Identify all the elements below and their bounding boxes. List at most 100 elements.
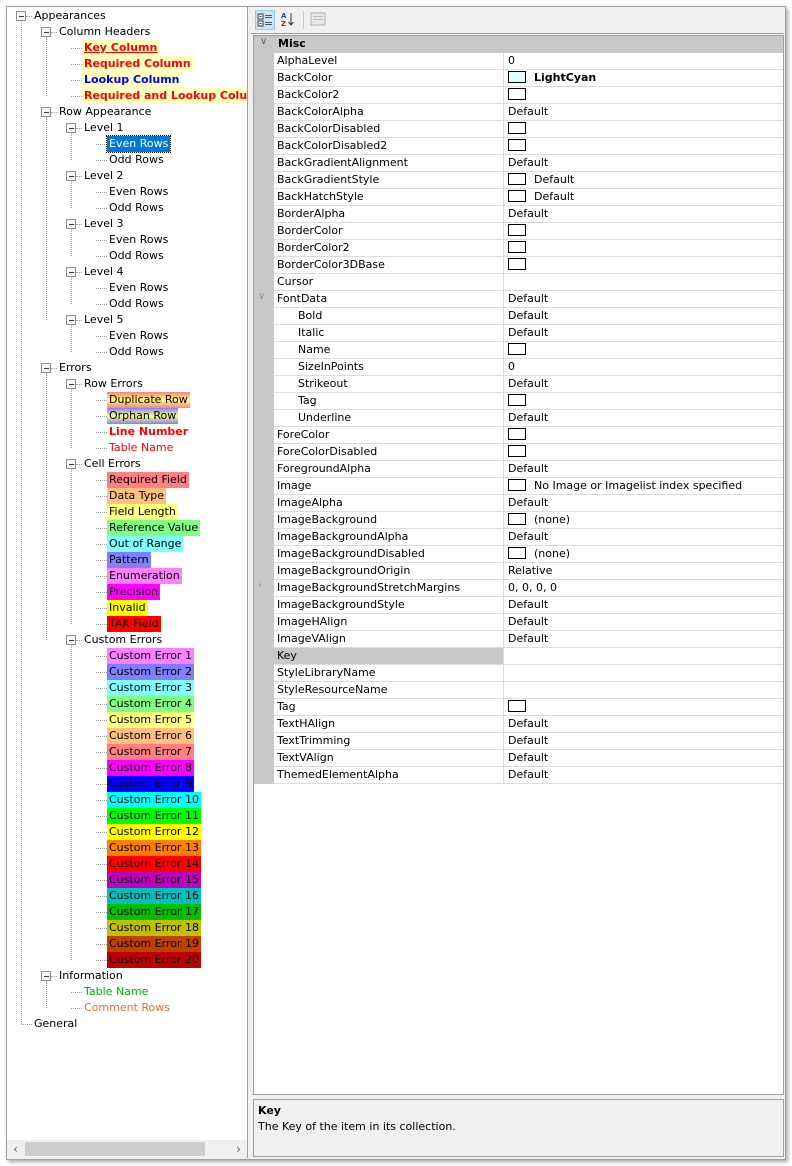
tree-node[interactable]: Lookup Column (7, 72, 247, 88)
property-name[interactable]: ImageBackgroundDisabled (274, 546, 504, 562)
property-row[interactable]: SizeInPoints 0 (274, 359, 783, 376)
property-name[interactable]: Tag (274, 699, 504, 715)
property-row[interactable]: AlphaLevel 0 (274, 53, 783, 70)
tree-node[interactable]: Custom Error 12 (7, 824, 247, 840)
property-row[interactable]: ForeColorDisabled (274, 444, 783, 461)
property-value[interactable]: Default (505, 750, 783, 766)
property-value[interactable] (505, 274, 783, 290)
property-value[interactable]: LightCyan (505, 70, 783, 86)
property-row[interactable]: Image No Image or Imagelist index specifi… (274, 478, 783, 495)
tree-node[interactable]: Level 4 (7, 264, 247, 280)
tree-node-label[interactable]: Custom Error 8 (107, 760, 194, 776)
property-value[interactable]: Default (505, 767, 783, 783)
tree-node[interactable]: Custom Error 8 (7, 760, 247, 776)
tree-node-label[interactable]: Table Name (82, 984, 150, 1000)
tree-node[interactable]: Custom Error 13 (7, 840, 247, 856)
property-value[interactable]: Default (505, 155, 783, 171)
property-name[interactable]: Image (274, 478, 504, 494)
tree-node[interactable]: Appearances (7, 8, 247, 24)
property-value[interactable]: Default (505, 631, 783, 647)
property-value[interactable]: Default (505, 325, 783, 341)
property-name[interactable]: BorderColor3DBase (274, 257, 504, 273)
tree-node-label[interactable]: Errors (57, 360, 94, 376)
property-name[interactable]: FontData (274, 291, 504, 307)
property-name[interactable]: TextVAlign (274, 750, 504, 766)
property-value[interactable]: Default (505, 206, 783, 222)
tree-node-label[interactable]: Odd Rows (107, 248, 166, 264)
tree-node[interactable]: Precision (7, 584, 247, 600)
tree-node-label[interactable]: Lookup Column (82, 72, 182, 88)
property-name[interactable]: StyleResourceName (274, 682, 504, 698)
property-name[interactable]: Italic (274, 325, 504, 341)
property-row[interactable]: ImageBackgroundAlpha Default (274, 529, 783, 546)
tree-node-label[interactable]: Reference Value (107, 520, 201, 536)
property-name[interactable]: AlphaLevel (274, 53, 504, 69)
tree-node-label[interactable]: Even Rows (107, 328, 170, 344)
property-row[interactable]: ImageBackgroundDisabled (none) (274, 546, 783, 563)
property-value[interactable]: 0, 0, 0, 0 (505, 580, 783, 596)
tree-node[interactable]: General (7, 1016, 247, 1032)
tree-node[interactable]: Custom Error 6 (7, 728, 247, 744)
property-name[interactable]: BackHatchStyle (274, 189, 504, 205)
property-value[interactable]: Default (505, 376, 783, 392)
property-row[interactable]: BorderColor2 (274, 240, 783, 257)
tree-node-label[interactable]: Odd Rows (107, 344, 166, 360)
property-name[interactable]: ImageHAlign (274, 614, 504, 630)
tree-node[interactable]: Even Rows (7, 280, 247, 296)
property-value[interactable]: Default (505, 597, 783, 613)
property-row[interactable]: ForeColor (274, 427, 783, 444)
tree-node-label[interactable]: Even Rows (107, 184, 170, 200)
tree-node-label[interactable]: Duplicate Row (107, 392, 190, 408)
tree-node[interactable]: Custom Error 7 (7, 744, 247, 760)
tree-node-label[interactable]: General (32, 1016, 79, 1032)
categorized-button[interactable] (255, 10, 275, 30)
property-name[interactable]: StyleLibraryName (274, 665, 504, 681)
chevron-down-icon[interactable]: ∨ (260, 36, 267, 47)
property-row[interactable]: Tag (274, 699, 783, 716)
property-row[interactable]: Strikeout Default (274, 376, 783, 393)
property-row[interactable]: › ImageBackgroundStretchMargins 0, 0, 0, 0 (258, 580, 783, 597)
property-name[interactable]: BorderColor2 (274, 240, 504, 256)
property-name[interactable]: ImageAlpha (274, 495, 504, 511)
property-row[interactable]: BackGradientStyle Default (274, 172, 783, 189)
tree-node[interactable]: Field Length (7, 504, 247, 520)
tree-node-label[interactable]: Custom Error 17 (107, 904, 201, 920)
property-name[interactable]: BorderColor (274, 223, 504, 239)
property-value[interactable] (505, 665, 783, 681)
tree-node[interactable]: Custom Error 9 (7, 776, 247, 792)
tree-node-label[interactable]: Custom Error 18 (107, 920, 201, 936)
tree-node[interactable]: Line Number (7, 424, 247, 440)
property-value[interactable] (505, 682, 783, 698)
property-value[interactable]: Default (505, 189, 783, 205)
property-row[interactable]: ImageVAlign Default (274, 631, 783, 648)
property-row[interactable]: BorderColor (274, 223, 783, 240)
collapse-icon[interactable] (66, 219, 76, 229)
tree-node[interactable]: Odd Rows (7, 152, 247, 168)
property-name[interactable]: ImageBackgroundStretchMargins (274, 580, 504, 596)
tree-node[interactable]: Column Headers (7, 24, 247, 40)
property-name[interactable]: ImageBackgroundStyle (274, 597, 504, 613)
property-row[interactable]: Italic Default (274, 325, 783, 342)
tree-node-label[interactable]: Out of Range (107, 536, 184, 552)
collapse-icon[interactable] (66, 459, 76, 469)
tree-node[interactable]: Required Column (7, 56, 247, 72)
tree-node-label[interactable]: Invalid (107, 600, 148, 616)
property-row[interactable]: BackColor LightCyan (274, 70, 783, 87)
property-row[interactable]: BackColor2 (274, 87, 783, 104)
property-name[interactable]: ThemedElementAlpha (274, 767, 504, 783)
property-name[interactable]: BackColorAlpha (274, 104, 504, 120)
tree-node[interactable]: Odd Rows (7, 200, 247, 216)
tree-node-label[interactable]: TAK Field (107, 616, 161, 632)
tree-node-label[interactable]: Pattern (107, 552, 151, 568)
collapse-icon[interactable] (66, 123, 76, 133)
property-value[interactable]: Default (505, 461, 783, 477)
tree-node-label[interactable]: Column Headers (57, 24, 152, 40)
property-name[interactable]: Cursor (274, 274, 504, 290)
tree-node[interactable]: Duplicate Row (7, 392, 247, 408)
tree-horizontal-scrollbar[interactable]: ‹ › (7, 1140, 247, 1158)
property-name[interactable]: Tag (274, 393, 504, 409)
tree-node-label[interactable]: Cell Errors (82, 456, 143, 472)
property-value[interactable]: Default (505, 104, 783, 120)
property-row[interactable]: Cursor (274, 274, 783, 291)
tree-node[interactable]: Custom Error 18 (7, 920, 247, 936)
